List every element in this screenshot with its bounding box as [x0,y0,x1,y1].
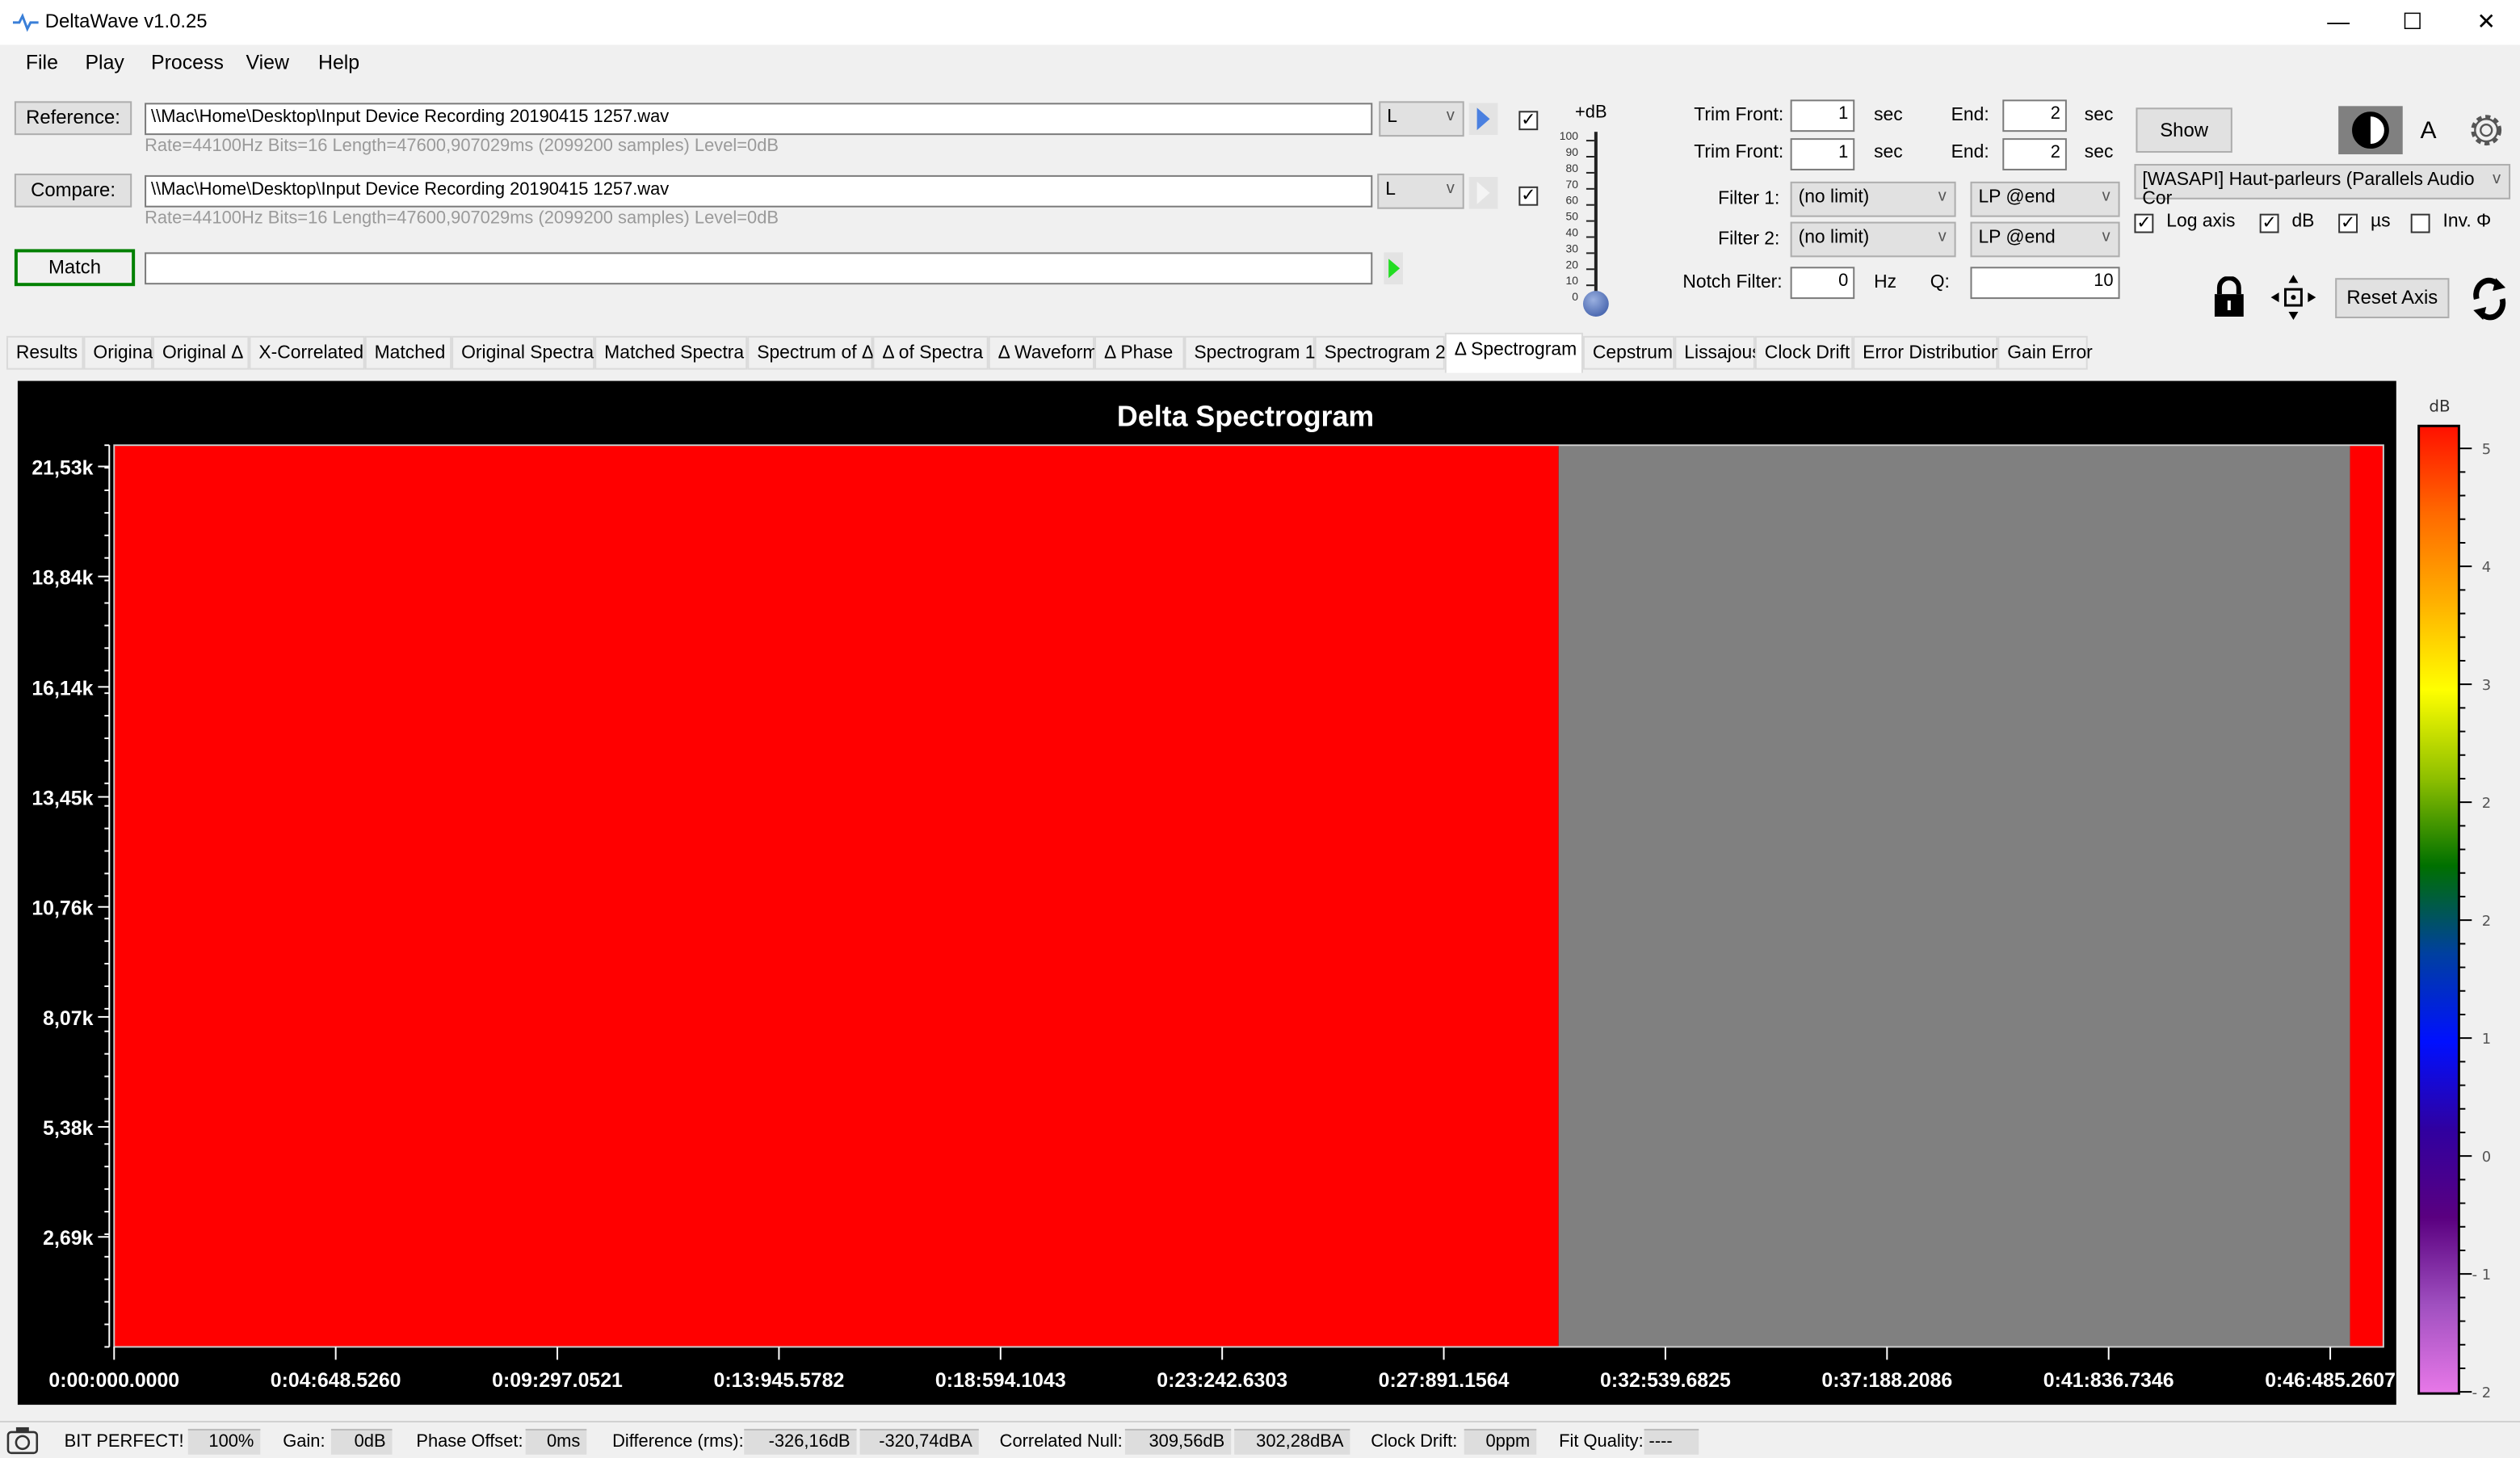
camera-icon[interactable] [6,1426,39,1455]
clock-drift-value: 0ppm [1464,1428,1537,1455]
bit-perfect-label: BIT PERFECT! [64,1431,184,1452]
fit-quality-label: Fit Quality: [1559,1431,1644,1452]
x-tick-label: 0:41:836.7346 [2043,1369,2174,1392]
x-tick-label: 0:23:242.6303 [1157,1369,1287,1392]
colorbar-tick-label: 4 [2482,559,2491,576]
difference-dba-value: -320,74dBA [859,1428,979,1455]
heatmap-region-0 [114,445,1559,1347]
heatmap-region-1 [1558,445,2350,1347]
colorbar [2417,424,2460,1395]
y-tick-label: 5,38k [43,1117,93,1140]
y-tick-label: 10,76k [32,897,93,920]
gain-label: Gain: [283,1431,326,1452]
clock-drift-label: Clock Drift: [1371,1431,1458,1452]
colorbar-tick-label: 0 [2482,1149,2491,1166]
phase-offset-value: 0ms [525,1428,587,1455]
difference-db-value: -326,16dB [744,1428,857,1455]
chart-title: Delta Spectrogram [1117,400,1374,432]
y-tick-label: 18,84k [32,567,93,590]
status-bar: BIT PERFECT! 100% Gain: 0dB Phase Offset… [0,1420,2520,1458]
colorbar-tick-label: 3 [2482,677,2491,694]
x-tick-label: 0:37:188.2086 [1821,1369,1952,1392]
colorbar-tick-label: 5 [2482,441,2491,458]
x-tick-label: 0:27:891.1564 [1379,1369,1510,1392]
y-tick-label: 13,45k [32,787,93,809]
gain-value: 0dB [330,1428,393,1455]
x-tick-label: 0:04:648.5260 [271,1369,401,1392]
correlated-null-label: Correlated Null: [999,1431,1123,1452]
x-tick-label: 0:13:945.5782 [714,1369,845,1392]
colorbar-tick-label: - 1 [2472,1267,2492,1284]
colorbar-tick-label: - 2 [2472,1384,2492,1401]
delta-spectrogram-chart[interactable]: Delta Spectrogram 21,53k 18,84k 16,14k 13,45… [0,0,2520,1456]
fit-quality-value: ---- [1644,1428,1699,1455]
correlated-null-db-value: 309,56dB [1124,1428,1232,1455]
bit-perfect-value: 100% [187,1428,261,1455]
colorbar-tick-label: 1 [2482,1031,2491,1048]
colorbar-tick-label: 2 [2482,795,2491,812]
colorbar-label: dB [2429,397,2450,415]
colorbar-tick-label: 2 [2482,913,2491,930]
y-tick-label: 16,14k [32,677,93,700]
phase-offset-label: Phase Offset: [416,1431,523,1452]
x-tick-label: 0:09:297.0521 [492,1369,623,1392]
y-tick-label: 8,07k [43,1007,93,1030]
y-tick-label: 21,53k [32,456,93,479]
x-tick-label: 0:46:485.2607 [2265,1369,2396,1392]
x-tick-label: 0:32:539.6825 [1600,1369,1731,1392]
x-tick-label: 0:00:000.0000 [48,1369,179,1392]
correlated-null-dba-value: 302,28dBA [1234,1428,1350,1455]
heatmap-region-2 [2350,445,2384,1347]
difference-label: Difference (rms): [612,1431,744,1452]
y-tick-label: 2,69k [43,1227,93,1250]
x-tick-label: 0:18:594.1043 [935,1369,1066,1392]
